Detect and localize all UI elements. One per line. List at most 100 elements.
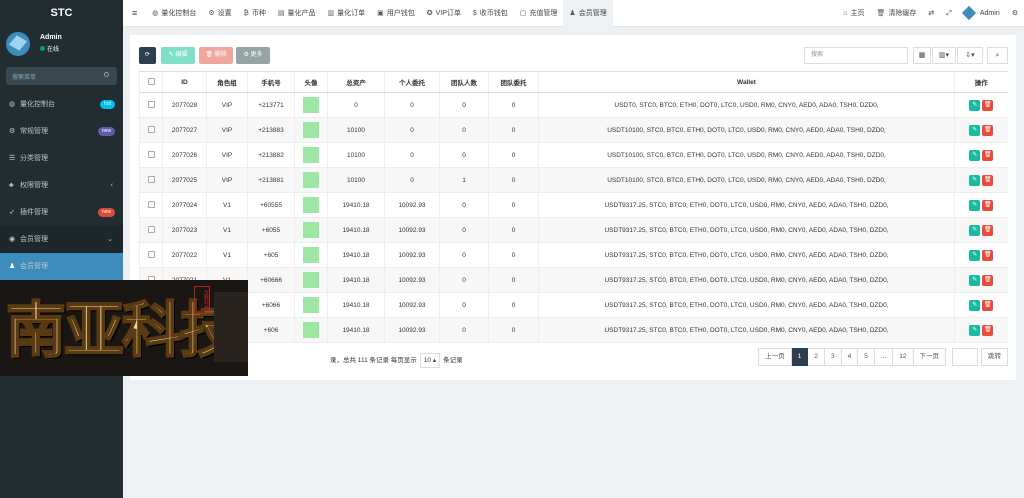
page-button[interactable]: ...	[874, 348, 894, 366]
tab[interactable]: ✪ VIP订单	[421, 0, 467, 27]
edit-row-icon[interactable]: ✎	[969, 99, 981, 111]
delete-row-icon[interactable]: 🗑	[982, 149, 994, 161]
sidebar-item[interactable]: ⚙ 常规管理 new	[0, 118, 123, 145]
edit-row-icon[interactable]: ✎	[969, 274, 981, 286]
delete-row-icon[interactable]: 🗑	[982, 324, 994, 336]
edit-row-icon[interactable]: ✎	[969, 174, 981, 186]
sidebar-item[interactable]: ➶ 插件管理 new	[0, 199, 123, 226]
table-cell: 10092.93	[384, 217, 440, 243]
table-row[interactable]: 2077021V1+6066619410.1810092.9300USDT931…	[139, 267, 1008, 293]
columns-icon[interactable]: ▥▾	[932, 47, 956, 64]
column-header[interactable]: ID	[162, 71, 207, 93]
delete-row-icon[interactable]: 🗑	[982, 199, 994, 211]
delete-row-icon[interactable]: 🗑	[982, 224, 994, 236]
page-button[interactable]: 5	[858, 348, 875, 366]
table-row[interactable]: 2077023 V1 +6055 19410.18 10092.93 0 0 USDT9317…	[139, 217, 1008, 243]
export-icon[interactable]: ⇩▾	[957, 47, 983, 64]
more-button[interactable]: ⚙ 更多	[236, 47, 270, 64]
fullscreen-icon[interactable]: ⤢	[940, 0, 958, 27]
edit-row-icon[interactable]: ✎	[969, 249, 981, 261]
delete-row-icon[interactable]: 🗑	[982, 274, 994, 286]
table-search-input[interactable]: 搜索	[804, 47, 908, 64]
translate-icon[interactable]: ⇄	[922, 0, 940, 27]
table-cell: 0	[384, 92, 440, 118]
page-button[interactable]: 上一页	[758, 348, 792, 366]
delete-button[interactable]: 🗑 删除	[199, 47, 233, 64]
admin-menu[interactable]: Admin	[958, 0, 1006, 27]
tab[interactable]: ▤ 量化产品	[272, 0, 322, 27]
page-button[interactable]: 1	[791, 348, 809, 366]
edit-row-icon[interactable]: ✎	[969, 149, 981, 161]
table-cell: 0	[439, 267, 489, 293]
clear-cache-button[interactable]: 🗑 清除缓存	[871, 0, 923, 27]
tab[interactable]: ♟ 会员管理	[563, 0, 613, 27]
row-checkbox[interactable]	[147, 200, 155, 208]
table-row[interactable]: 2077024 V1 +60555 19410.18 10092.93 0 0 USDT931…	[139, 192, 1008, 218]
table-cell: 10092.93	[384, 317, 440, 343]
tab[interactable]: ₿ 币种	[238, 0, 272, 27]
sidebar-item[interactable]: ♣ 权限管理 ‹	[0, 172, 123, 199]
tab[interactable]: ▣ 用户钱包	[371, 0, 421, 27]
row-checkbox[interactable]	[147, 100, 155, 108]
row-checkbox[interactable]	[147, 150, 155, 158]
edit-row-icon[interactable]: ✎	[969, 199, 981, 211]
delete-row-icon[interactable]: 🗑	[982, 249, 994, 261]
row-checkbox[interactable]	[147, 225, 155, 233]
search-icon[interactable]	[104, 72, 109, 77]
user-status-text: 在线	[47, 47, 60, 53]
settings-icon[interactable]: ⚙	[1006, 0, 1024, 27]
menu-toggle-icon[interactable]: ≡	[123, 0, 146, 27]
search-button-icon[interactable]: ⌕	[987, 47, 1008, 64]
tab[interactable]: ◍ 量化控制台	[146, 0, 202, 27]
app-logo[interactable]: STC	[0, 0, 123, 26]
vip-icon: ✪	[426, 10, 433, 17]
user-name: Admin	[40, 34, 62, 41]
tab[interactable]: $ 收币钱包	[467, 0, 514, 27]
avatar-image	[303, 247, 319, 263]
sidebar-item[interactable]: ☰ 分类管理	[0, 145, 123, 172]
edit-button[interactable]: ✎ 编辑	[161, 47, 195, 64]
page-button[interactable]: 3	[824, 348, 842, 366]
table-cell: USDT10100, STC0, BTC0, ETH0, DOT0, LTC0,…	[538, 142, 955, 168]
table-row[interactable]: 2077028 VIP +213771 0 0 0 0 USDT0, STC0, BTC0, …	[139, 92, 1008, 118]
row-checkbox[interactable]	[147, 250, 155, 258]
table-row[interactable]: 2077020V1+606619410.1810092.9300USDT9317…	[139, 292, 1008, 318]
menu-search-input[interactable]: 搜索菜单	[6, 67, 117, 85]
table-row[interactable]: 2077027 VIP +213883 10100 0 0 0 USDT10100, STC0…	[139, 117, 1008, 143]
row-checkbox[interactable]	[147, 175, 155, 183]
edit-row-icon[interactable]: ✎	[969, 224, 981, 236]
toggle-view-icon[interactable]: ▦	[913, 47, 931, 64]
tab[interactable]: ▢ 充值管理	[514, 0, 564, 27]
page-button[interactable]: 12	[893, 348, 914, 366]
sidebar-item[interactable]: ♟ 会员管理	[0, 253, 123, 280]
column-header[interactable]: 角色组	[206, 71, 248, 93]
edit-row-icon[interactable]: ✎	[969, 299, 981, 311]
delete-row-icon[interactable]: 🗑	[982, 99, 994, 111]
delete-row-icon[interactable]: 🗑	[982, 299, 994, 311]
tab[interactable]: ⚙ 设置	[202, 0, 237, 27]
row-checkbox[interactable]	[147, 125, 155, 133]
edit-row-icon[interactable]: ✎	[969, 324, 981, 336]
page-button[interactable]: 2	[808, 348, 825, 366]
table-row[interactable]: 2077019V1+60619410.1810092.9300USDT9317.…	[139, 317, 1008, 343]
home-link[interactable]: ⌂ 主页	[837, 0, 870, 27]
page-button[interactable]: 下一页	[913, 348, 946, 366]
table-row[interactable]: 2077025 VIP +213881 10100 0 1 0 USDT10100, STC0…	[139, 167, 1008, 193]
tab[interactable]: ▥ 量化订单	[321, 0, 371, 27]
page-jump-button[interactable]: 跳转	[981, 348, 1008, 366]
delete-row-icon[interactable]: 🗑	[982, 174, 994, 186]
edit-row-icon[interactable]: ✎	[969, 124, 981, 136]
page-size-select[interactable]: 10 ▴	[419, 353, 441, 368]
table-row[interactable]: 2077022 V1 +605 19410.18 10092.93 0 0 USDT9317.…	[139, 242, 1008, 268]
page-jump-input[interactable]	[952, 348, 978, 366]
sidebar-item[interactable]: ◍ 量化控制台 hot	[0, 91, 123, 118]
column-header[interactable]: 手机号	[247, 71, 295, 93]
table-row[interactable]: 2077026 VIP +213882 10100 0 0 0 USDT10100, STC0…	[139, 142, 1008, 168]
delete-row-icon[interactable]: 🗑	[982, 124, 994, 136]
sidebar-item[interactable]: ◉ 会员管理 ⌄	[0, 226, 123, 253]
select-all-checkbox[interactable]	[139, 71, 163, 93]
online-dot-icon	[40, 46, 45, 51]
refresh-button[interactable]: ⟳	[139, 47, 156, 64]
table-cell: 0	[439, 192, 489, 218]
page-button[interactable]: 4	[841, 348, 859, 366]
